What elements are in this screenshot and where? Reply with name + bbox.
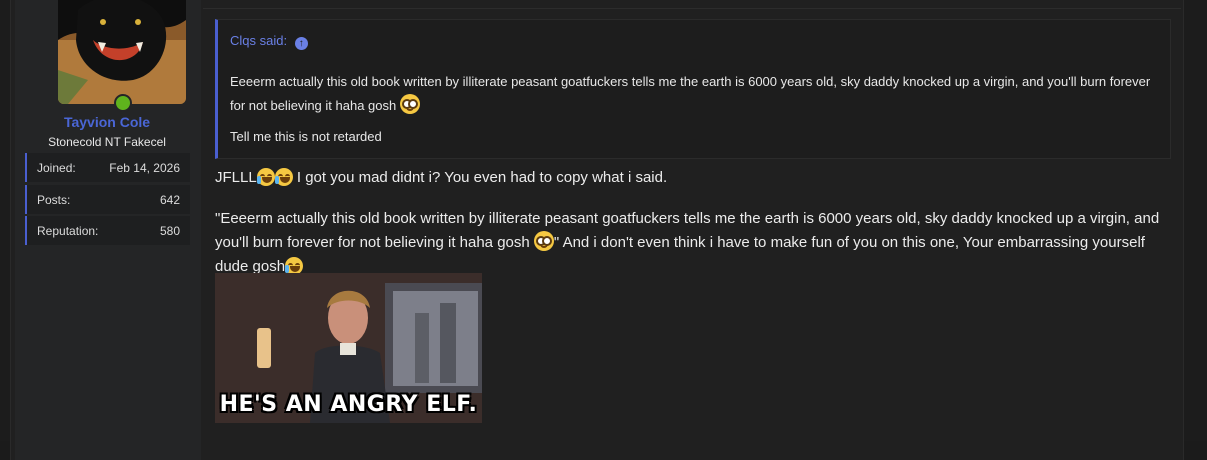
gif-caption: HE'S AN ANGRY ELF. bbox=[219, 392, 478, 417]
stat-reputation: Reputation: 580 bbox=[25, 216, 190, 245]
stat-value[interactable]: 642 bbox=[160, 193, 180, 207]
crying-laughing-emoji-icon bbox=[274, 168, 293, 186]
nerd-face-emoji-icon bbox=[533, 231, 554, 251]
stat-label: Reputation: bbox=[37, 224, 99, 238]
nerd-face-emoji-icon bbox=[399, 94, 420, 114]
quote-text: Eeeerm actually this old book written by… bbox=[230, 70, 1160, 118]
stat-value: Feb 14, 2026 bbox=[109, 161, 180, 175]
stat-value: 580 bbox=[159, 224, 180, 238]
quote-header[interactable]: Clqs said: ↑ bbox=[230, 33, 308, 50]
stat-label: Posts: bbox=[37, 193, 71, 207]
username-link[interactable]: Tayvion Cole bbox=[25, 114, 189, 130]
quote-line-2: Tell me this is not retarded bbox=[230, 129, 382, 144]
quote-line-1: Eeeerm actually this old book written by… bbox=[230, 74, 1151, 113]
message-paragraph-1: JFLLL I got you mad didnt i? You even ha… bbox=[215, 166, 1175, 190]
message-paragraph-2: "Eeeerm actually this old book written b… bbox=[215, 207, 1175, 279]
message-text: I got you mad didnt i? You even had to c… bbox=[292, 169, 668, 186]
post-content: Clqs said: ↑ Eeeerm actually this old bo… bbox=[203, 0, 1181, 460]
crying-laughing-emoji-icon bbox=[256, 168, 275, 186]
stat-joined: Joined: Feb 14, 2026 bbox=[25, 153, 190, 182]
message-prefix: JFLLL bbox=[215, 169, 257, 186]
quote-author[interactable]: Clqs said: bbox=[230, 33, 287, 48]
online-status-indicator bbox=[114, 94, 132, 112]
user-avatar[interactable] bbox=[58, 0, 186, 104]
stat-label: Joined: bbox=[37, 161, 76, 175]
embedded-gif[interactable]: HE'S AN ANGRY ELF. bbox=[215, 273, 482, 423]
user-title: Stonecold NT Fakecel bbox=[48, 135, 166, 149]
divider bbox=[203, 8, 1181, 9]
jump-to-quote-icon[interactable]: ↑ bbox=[294, 37, 308, 50]
page: Tayvion Cole Stonecold NT Fakecel Joined… bbox=[0, 0, 1207, 460]
stat-posts[interactable]: Posts: 642 bbox=[25, 185, 190, 214]
quote-block: Clqs said: ↑ Eeeerm actually this old bo… bbox=[215, 19, 1171, 159]
